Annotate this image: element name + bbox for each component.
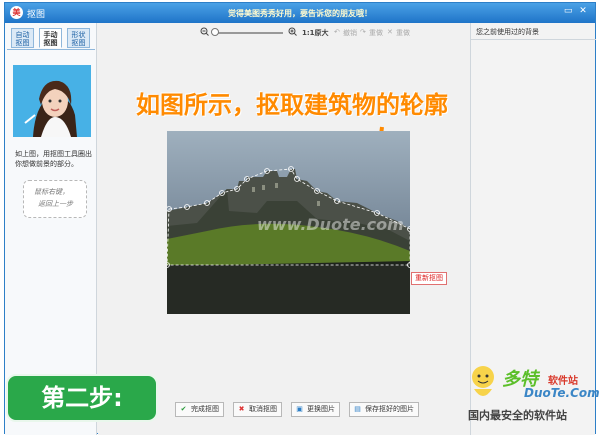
right-click-hint-card: 鼠标右键， 返回上一步 bbox=[23, 180, 87, 218]
redo-icon[interactable]: ↷ bbox=[360, 28, 366, 36]
cancel-icon: ✖ bbox=[238, 405, 245, 413]
cutout-hint-text: 如上图，用抠图工具圈出你想做前景的部分。 bbox=[15, 150, 92, 168]
tab-shape-cutout[interactable]: 形状 抠图 bbox=[67, 28, 90, 48]
watermark-subtitle: 软件站 bbox=[548, 376, 578, 387]
zoom-in-icon[interactable] bbox=[288, 27, 297, 39]
tutorial-portrait-image bbox=[13, 65, 91, 137]
promo-link[interactable]: 觉得美图秀秀好用，要告诉您的朋友哦！ bbox=[5, 8, 595, 19]
cancel-cutout-button[interactable]: ✖ 取消抠图 bbox=[233, 402, 282, 417]
save-icon: ▤ bbox=[354, 405, 361, 413]
instruction-caption: 如图所示，抠取建筑物的轮廓 bbox=[136, 91, 448, 119]
redo-button[interactable]: 重做 bbox=[369, 28, 383, 38]
maximize-button[interactable]: ▭ bbox=[562, 6, 574, 16]
mascot-icon bbox=[472, 366, 494, 396]
tab-divider bbox=[7, 49, 95, 50]
redraw-cutout-button[interactable]: 重新抠图 bbox=[411, 272, 447, 285]
zoom-slider-track[interactable] bbox=[215, 32, 283, 34]
right-click-hint-line-1: 鼠标右键， bbox=[34, 188, 69, 196]
title-bar: 美 抠图 觉得美图秀秀好用，要告诉您的朋友哦！ ▭ ✕ bbox=[5, 3, 595, 23]
undo-icon[interactable]: ↶ bbox=[334, 28, 340, 36]
image-icon: ▣ bbox=[296, 405, 303, 413]
zoom-out-icon[interactable] bbox=[200, 27, 209, 39]
photo-watermark: www.Duote.com bbox=[257, 215, 404, 234]
check-icon: ✔ bbox=[180, 405, 187, 413]
tab-auto-cutout[interactable]: 自动 抠图 bbox=[11, 28, 34, 48]
close-button[interactable]: ✕ bbox=[577, 6, 589, 16]
zoom-slider-handle[interactable] bbox=[211, 28, 219, 36]
finish-cutout-button[interactable]: ✔ 完成抠图 bbox=[175, 402, 224, 417]
save-cutout-button[interactable]: ▤ 保存抠好的图片 bbox=[349, 402, 419, 417]
save-cutout-label: 保存抠好的图片 bbox=[365, 405, 414, 413]
finish-cutout-label: 完成抠图 bbox=[191, 405, 219, 413]
right-click-hint-line-2: 返回上一步 bbox=[38, 200, 73, 208]
tab-manual-cutout[interactable]: 手动 抠图 bbox=[39, 28, 62, 48]
step-badge: 第二步: bbox=[6, 374, 158, 422]
site-watermark: 多特 软件站 DuoTe.Com 国内最安全的软件站 bbox=[464, 363, 600, 429]
watermark-slogan: 国内最安全的软件站 bbox=[468, 409, 567, 422]
background-history-header: 您之前使用过的背景 bbox=[471, 27, 596, 40]
change-image-label: 更换图片 bbox=[307, 405, 335, 413]
original-size-button[interactable]: 1:1原大 bbox=[302, 28, 329, 38]
watermark-domain: DuoTe.Com bbox=[524, 386, 600, 400]
reset-button[interactable]: 重做 bbox=[396, 28, 410, 38]
castle-photo[interactable]: www.Duote.com bbox=[167, 131, 410, 314]
cancel-cutout-label: 取消抠图 bbox=[249, 405, 277, 413]
change-image-button[interactable]: ▣ 更换图片 bbox=[291, 402, 340, 417]
reset-icon[interactable]: ✕ bbox=[387, 28, 393, 36]
zoom-toolbar: 1:1原大 ↶ 撤销 ↷ 重做 ✕ 重做 bbox=[98, 23, 470, 43]
undo-button[interactable]: 撤销 bbox=[343, 28, 357, 38]
